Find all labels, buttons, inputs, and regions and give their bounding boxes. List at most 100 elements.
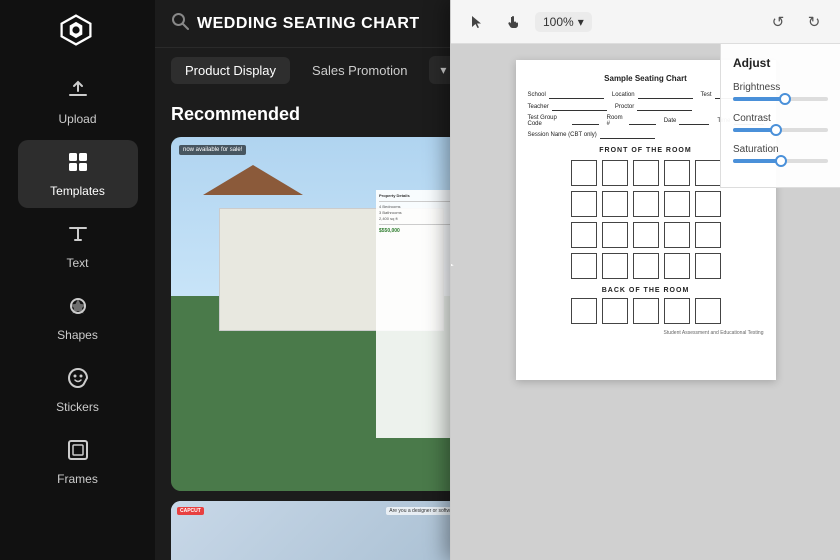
- teacher-label: Teacher: [528, 104, 549, 110]
- contrast-slider-track[interactable]: [733, 128, 828, 132]
- location-line: [638, 91, 693, 99]
- seat-row-f3: [528, 222, 764, 248]
- cursor-pointer: [450, 230, 466, 305]
- seat: [571, 253, 597, 279]
- date-label: Date: [664, 118, 677, 124]
- seat: [571, 160, 597, 186]
- capcut-logo: [58, 12, 98, 52]
- seat: [664, 222, 690, 248]
- room-line: [629, 117, 656, 125]
- adjust-panel: Adjust Brightness Contrast Saturation: [720, 44, 840, 188]
- undo-icon: ↺: [772, 13, 785, 31]
- text-label: Text: [66, 256, 88, 270]
- stickers-label: Stickers: [56, 400, 99, 414]
- proctor-line: [637, 103, 692, 111]
- seat: [571, 191, 597, 217]
- proctor-label: Proctor: [615, 104, 634, 110]
- test-label: Test: [701, 92, 712, 98]
- session-line: [600, 131, 655, 139]
- preview-panel: 100% ▾ ↺ ↻ Sample Seating Chart School L…: [450, 0, 840, 560]
- back-room-label: BACK OF THE ROOM: [528, 287, 764, 294]
- brightness-slider-thumb[interactable]: [779, 93, 791, 105]
- seat: [695, 160, 721, 186]
- templates-icon: [66, 150, 90, 180]
- seat: [571, 222, 597, 248]
- seat: [695, 298, 721, 324]
- redo-button[interactable]: ↻: [800, 8, 828, 36]
- date-line: [679, 117, 709, 125]
- doc-field-group-code: Test Group Code: [528, 115, 599, 127]
- sidebar-item-shapes[interactable]: Shapes: [18, 284, 138, 352]
- undo-button[interactable]: ↺: [764, 8, 792, 36]
- seats-row-back: [528, 298, 764, 324]
- seat: [633, 160, 659, 186]
- doc-field-proctor: Proctor: [615, 103, 692, 111]
- stickers-icon: [66, 366, 90, 396]
- template-card-house[interactable]: now available for sale! Property Details…: [171, 137, 493, 491]
- contrast-row: Contrast: [733, 113, 828, 132]
- zoom-control[interactable]: 100% ▾: [535, 12, 592, 32]
- upload-label: Upload: [58, 112, 96, 126]
- shapes-icon: [66, 294, 90, 324]
- group-code-label: Test Group Code: [528, 115, 569, 127]
- seat: [602, 253, 628, 279]
- session-label: Session Name (CBT only): [528, 132, 597, 138]
- school-line: [549, 91, 604, 99]
- house-for-sale-label: now available for sale!: [179, 145, 246, 155]
- seat: [664, 253, 690, 279]
- doc-field-school: School: [528, 91, 604, 99]
- tab-product-display[interactable]: Product Display: [171, 57, 290, 84]
- redo-icon: ↻: [808, 13, 821, 31]
- cursor-tool-button[interactable]: [463, 8, 491, 36]
- tab-sales-promotion[interactable]: Sales Promotion: [298, 57, 421, 84]
- seat: [633, 191, 659, 217]
- search-query: WEDDING SEATING CHART: [197, 15, 420, 33]
- members-image-top: CAPCUT Are you a designer or software de…: [171, 501, 493, 560]
- brightness-slider-track[interactable]: [733, 97, 828, 101]
- teacher-line: [552, 103, 607, 111]
- saturation-slider-track[interactable]: [733, 159, 828, 163]
- preview-toolbar: 100% ▾ ↺ ↻: [451, 0, 840, 44]
- zoom-chevron-icon: ▾: [578, 15, 584, 29]
- saturation-slider-fill: [733, 159, 781, 163]
- location-label: Location: [612, 92, 635, 98]
- seat: [602, 191, 628, 217]
- seat: [602, 222, 628, 248]
- saturation-label: Saturation: [733, 144, 828, 155]
- seat: [664, 298, 690, 324]
- sidebar-item-upload[interactable]: Upload: [18, 68, 138, 136]
- seat: [664, 160, 690, 186]
- doc-field-date: Date: [664, 115, 710, 127]
- hand-tool-button[interactable]: [499, 8, 527, 36]
- sidebar-item-frames[interactable]: Frames: [18, 428, 138, 496]
- doc-field-room: Room #: [607, 115, 656, 127]
- sidebar-item-templates[interactable]: Templates: [18, 140, 138, 208]
- members-capcut-badge: CAPCUT: [177, 507, 204, 515]
- group-code-line: [572, 117, 599, 125]
- seat: [695, 222, 721, 248]
- sidebar-item-text[interactable]: Text: [18, 212, 138, 280]
- saturation-slider-thumb[interactable]: [775, 155, 787, 167]
- brightness-row: Brightness: [733, 82, 828, 101]
- sidebar: Upload Templates Text S: [0, 0, 155, 560]
- template-card-members[interactable]: CAPCUT Are you a designer or software de…: [171, 501, 493, 560]
- doc-footer: Student Assessment and Educational Testi…: [528, 330, 764, 336]
- house-roof: [203, 165, 303, 195]
- seat: [695, 253, 721, 279]
- brightness-slider-fill: [733, 97, 785, 101]
- seat: [633, 298, 659, 324]
- chevron-down-icon: ▾: [440, 63, 446, 77]
- search-icon: [171, 12, 189, 35]
- seat-row-f4: [528, 253, 764, 279]
- saturation-row: Saturation: [733, 144, 828, 163]
- contrast-slider-thumb[interactable]: [770, 124, 782, 136]
- seat: [695, 191, 721, 217]
- sidebar-item-stickers[interactable]: Stickers: [18, 356, 138, 424]
- seat: [633, 253, 659, 279]
- room-label: Room #: [607, 115, 626, 127]
- upload-icon: [66, 78, 90, 108]
- doc-field-location: Location: [612, 91, 693, 99]
- doc-field-session: Session Name (CBT only): [528, 131, 655, 139]
- doc-field-teacher: Teacher: [528, 103, 607, 111]
- adjust-title: Adjust: [733, 56, 828, 70]
